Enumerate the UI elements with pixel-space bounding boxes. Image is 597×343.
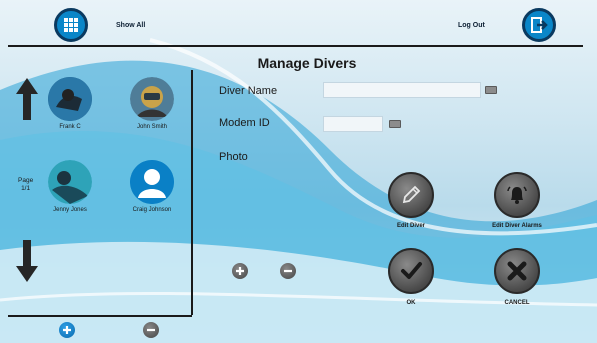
add-diver-button[interactable]: [59, 322, 75, 338]
cancel-label: CANCEL: [504, 300, 530, 306]
diver-name: Frank C: [59, 124, 81, 130]
edit-diver-label: Edit Diver: [396, 223, 425, 229]
diver-name: Jenny Jones: [53, 207, 87, 213]
add-photo-button[interactable]: [232, 263, 248, 279]
grid-icon: [64, 18, 78, 32]
diver-photo: [48, 160, 92, 204]
list-bottom-divider: [8, 315, 192, 317]
page-count: 1/1: [21, 185, 31, 192]
plus-icon: [236, 267, 244, 275]
remove-diver-button[interactable]: [143, 322, 159, 338]
diver-card[interactable]: John Smith: [122, 77, 182, 130]
diver-name-label: Diver Name: [219, 85, 278, 97]
minus-icon: [147, 328, 155, 332]
top-bar: Show All Log Out: [0, 0, 597, 48]
diver-card[interactable]: Frank C: [40, 77, 100, 130]
show-all-link[interactable]: Show All: [116, 22, 145, 29]
ok-button[interactable]: [388, 248, 434, 294]
page-title: Manage Divers: [257, 55, 357, 71]
minus-icon: [284, 269, 292, 273]
keyboard-icon[interactable]: [485, 86, 497, 94]
bell-icon: [507, 186, 527, 204]
page-label: Page: [18, 177, 34, 184]
remove-photo-button[interactable]: [280, 263, 296, 279]
top-divider: [8, 45, 583, 47]
photo-label: Photo: [219, 151, 248, 163]
list-divider: [191, 70, 193, 315]
plus-icon: [63, 326, 71, 334]
check-icon: [401, 262, 422, 279]
x-icon: [507, 261, 527, 281]
diver-name: John Smith: [136, 124, 167, 130]
diver-photo: [130, 160, 174, 204]
app-screen: Show All Log Out Frank C John Smith Page…: [0, 0, 597, 343]
logout-icon: [531, 17, 548, 33]
diver-card[interactable]: Craig Johnson: [118, 160, 186, 213]
log-out-link[interactable]: Log Out: [458, 22, 485, 29]
arrow-down-icon[interactable]: [16, 240, 38, 282]
edit-diver-alarms-button[interactable]: [494, 172, 540, 218]
diver-photo: [48, 77, 92, 121]
pencil-icon: [402, 185, 421, 204]
diver-photo: [130, 77, 174, 121]
modem-id-input[interactable]: [323, 116, 383, 132]
grid-menu-button[interactable]: [54, 8, 88, 42]
logout-button[interactable]: [522, 8, 556, 42]
diver-name-input[interactable]: [323, 82, 481, 98]
page-indicator: Page 1/1: [18, 177, 33, 193]
diver-name: Craig Johnson: [132, 207, 172, 213]
edit-diver-button[interactable]: [388, 172, 434, 218]
arrow-up-icon[interactable]: [16, 78, 38, 120]
cancel-button[interactable]: [494, 248, 540, 294]
diver-card[interactable]: Jenny Jones: [40, 160, 100, 213]
user-icon: [130, 160, 174, 204]
edit-diver-alarms-label: Edit Diver Alarms: [492, 223, 542, 229]
modem-id-label: Modem ID: [219, 117, 270, 129]
ok-label: OK: [406, 300, 416, 306]
keyboard-icon[interactable]: [389, 120, 401, 128]
